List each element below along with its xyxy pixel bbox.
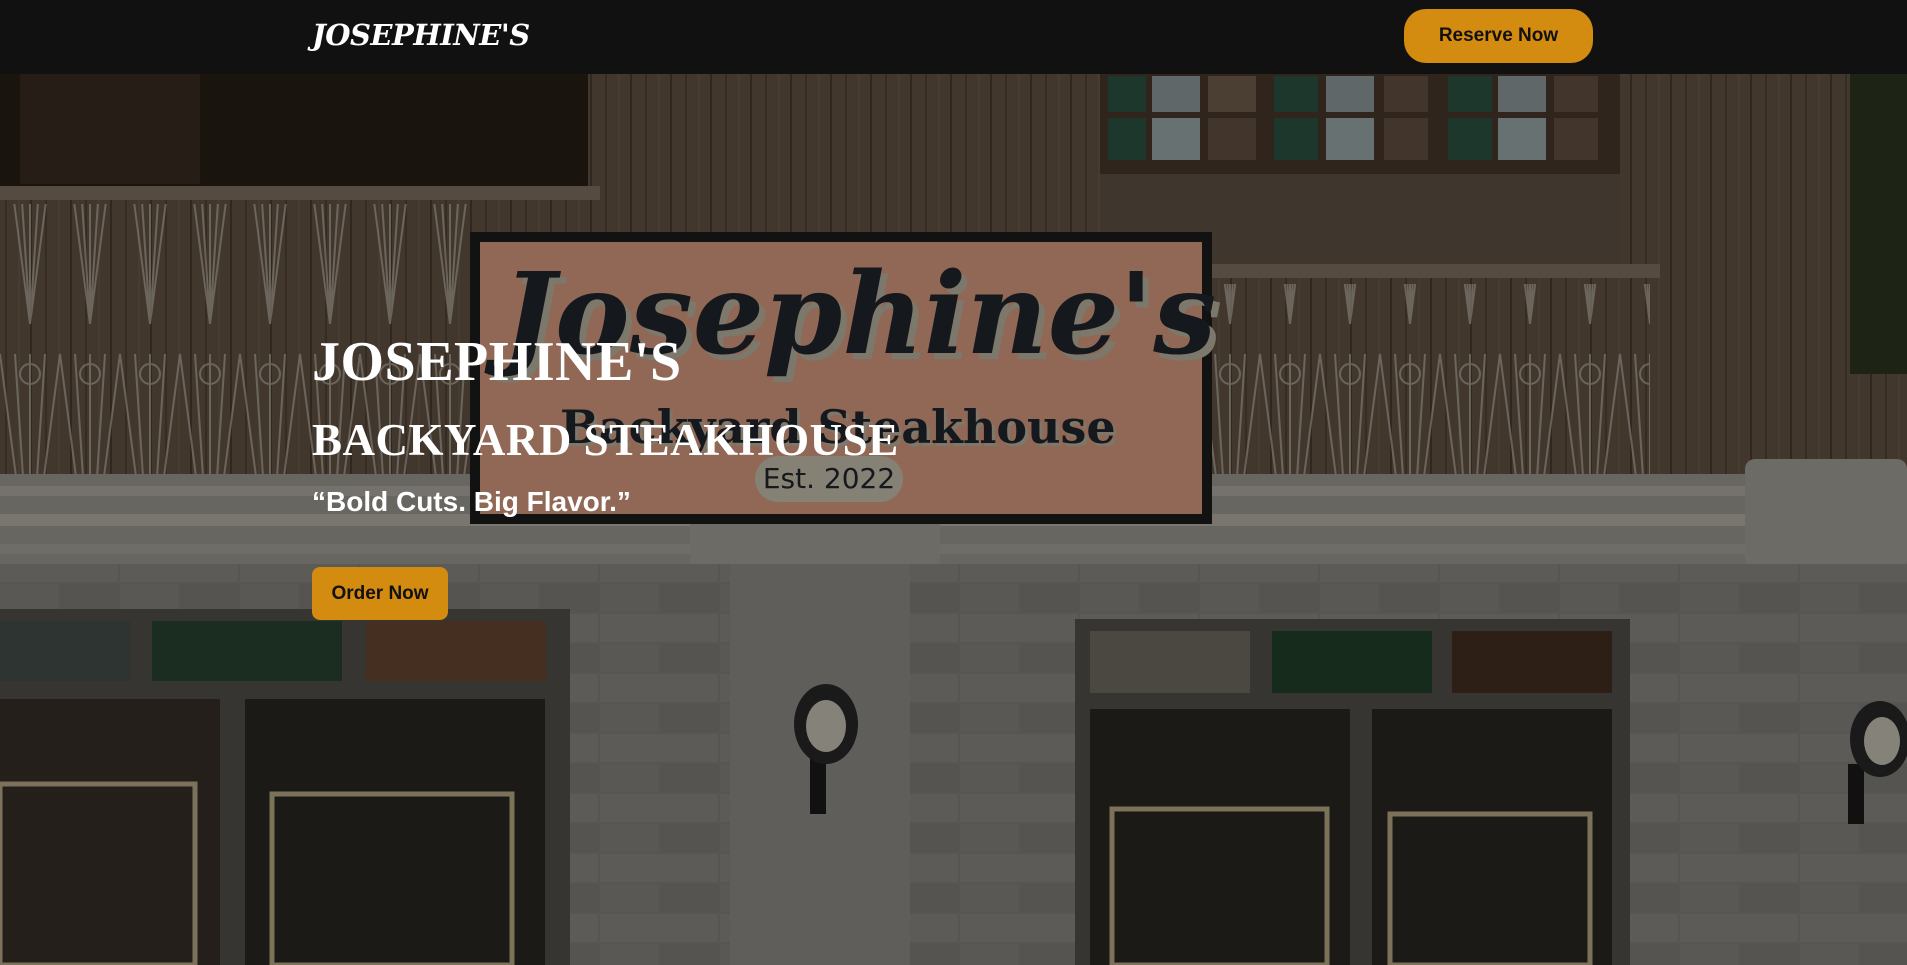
order-now-button[interactable]: Order Now	[312, 567, 448, 620]
brand-logo[interactable]: JOSEPHINE'S	[312, 18, 530, 52]
hero-tagline: “Bold Cuts. Big Flavor.”	[312, 486, 631, 517]
navbar: JOSEPHINE'S Reserve Now	[0, 0, 1907, 74]
hero-section: Josephine's Josephine's Backyard Steakho…	[0, 74, 1907, 965]
hero-title: JOSEPHINE'S	[312, 331, 682, 393]
hero-subtitle: BACKYARD STEAKHOUSE	[312, 415, 899, 465]
reserve-now-button[interactable]: Reserve Now	[1404, 9, 1593, 63]
hero-dark-overlay	[0, 74, 1907, 965]
